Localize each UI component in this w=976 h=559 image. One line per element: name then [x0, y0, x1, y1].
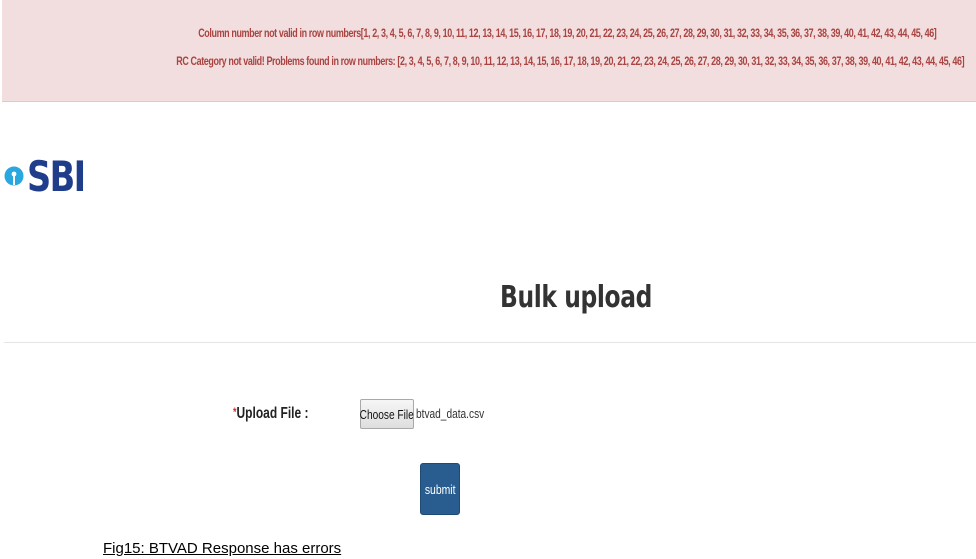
selected-file-name: btvad_data.csv	[416, 406, 485, 421]
alert-message-rc-category: RC Category not valid! Problems found in…	[176, 56, 964, 68]
error-alert: Column number not valid in row numbers[1…	[2, 0, 976, 102]
sbi-keyhole-icon	[4, 166, 24, 186]
submit-button[interactable]: submit	[420, 463, 460, 515]
choose-file-button[interactable]: Choose File	[360, 399, 414, 429]
page-title: Bulk upload	[500, 280, 652, 315]
upload-label-text: Upload File :	[236, 405, 309, 422]
logo-text: SBI	[27, 151, 86, 201]
choose-file-label: Choose File	[359, 406, 415, 422]
alert-message-column: Column number not valid in row numbers[1…	[197, 28, 937, 40]
upload-file-label: *Upload File :	[233, 405, 309, 423]
page: Column number not valid in row numbers[1…	[0, 0, 976, 559]
figure-caption: Fig15: BTVAD Response has errors	[103, 540, 342, 557]
divider	[4, 342, 976, 343]
submit-label: submit	[424, 481, 456, 497]
sbi-logo: SBI	[4, 144, 99, 208]
